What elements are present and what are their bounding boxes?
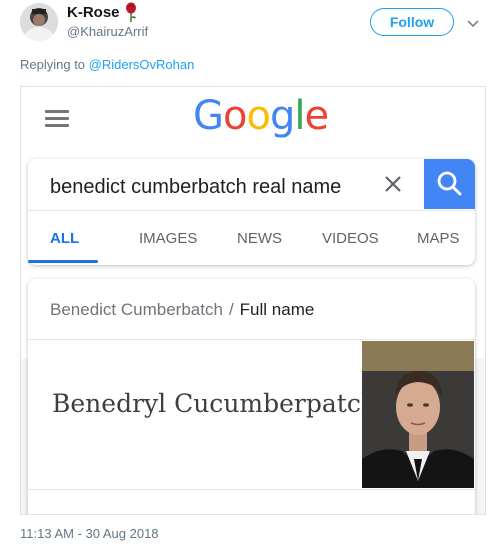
clear-icon[interactable] (383, 174, 403, 194)
breadcrumb-separator: / (228, 300, 234, 319)
logo-letter: o (223, 93, 248, 139)
tab-videos[interactable]: VIDEOS (322, 230, 379, 247)
logo-letter: g (269, 93, 295, 139)
search-button[interactable] (424, 159, 475, 209)
divider (28, 489, 475, 490)
reply-context: Replying to @RidersOvRohan (20, 57, 194, 72)
chevron-down-icon[interactable] (467, 16, 479, 28)
person-photo[interactable] (362, 341, 474, 488)
handle[interactable]: @KhairuzArrif (67, 24, 148, 39)
rose-icon (124, 2, 138, 22)
reply-prefix: Replying to (20, 57, 89, 72)
divider (28, 210, 475, 211)
tab-maps[interactable]: MAPS (417, 230, 460, 247)
tab-images[interactable]: IMAGES (139, 230, 197, 247)
display-name[interactable]: K-Rose (67, 4, 120, 21)
logo-letter: G (193, 93, 224, 139)
breadcrumb: Benedict Cumberbatch / Full name (50, 300, 314, 320)
breadcrumb-entity[interactable]: Benedict Cumberbatch (50, 300, 223, 319)
divider (28, 339, 475, 340)
hamburger-menu-icon[interactable] (45, 110, 69, 128)
tweet-timestamp[interactable]: 11:13 AM - 30 Aug 2018 (20, 526, 159, 541)
answer-text: Benedryl Cucumberpatch (52, 389, 377, 418)
follow-button[interactable]: Follow (370, 8, 454, 36)
logo-letter: e (304, 93, 329, 139)
tab-news[interactable]: NEWS (237, 230, 282, 247)
logo-letter: o (246, 93, 271, 139)
search-input[interactable]: benedict cumberbatch real name (50, 176, 341, 199)
reply-mention-link[interactable]: @RidersOvRohan (89, 57, 195, 72)
active-tab-indicator (28, 260, 98, 263)
knowledge-card: Benedict Cumberbatch / Full name Benedryl … (28, 279, 475, 514)
logo-letter: l (294, 93, 305, 139)
avatar[interactable] (20, 3, 58, 41)
search-card: benedict cumberbatch real name ALL IMAGE… (28, 159, 475, 265)
search-icon (437, 171, 462, 196)
breadcrumb-field: Full name (239, 300, 315, 319)
tab-all[interactable]: ALL (50, 230, 79, 247)
tweet-media[interactable]: Google benedict cumberbatch real name AL… (20, 86, 486, 515)
google-logo[interactable]: Google (193, 93, 329, 139)
